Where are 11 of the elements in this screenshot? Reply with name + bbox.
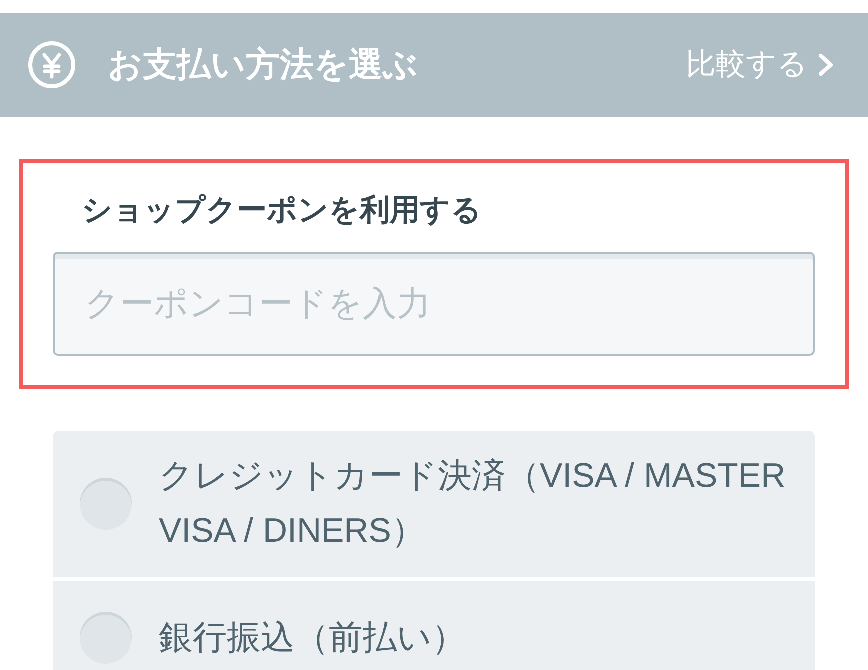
payment-option[interactable]: クレジットカード決済（VISA / MASTER VISA / DINERS） xyxy=(53,431,815,577)
yen-circle-icon xyxy=(28,41,76,89)
payment-option-label: 銀行振込（前払い） xyxy=(159,618,466,658)
payment-option[interactable]: 銀行振込（前払い） xyxy=(53,581,815,670)
coupon-code-input[interactable]: クーポンコードを入力 xyxy=(53,252,815,356)
coupon-label: ショップクーポンを利用する xyxy=(82,193,482,229)
radio-button[interactable] xyxy=(80,612,132,664)
radio-button[interactable] xyxy=(80,478,132,530)
chevron-right-icon xyxy=(818,53,834,77)
payment-option-label: クレジットカード決済（VISA / MASTER VISA / DINERS） xyxy=(159,456,787,552)
header-title: お支払い方法を選ぶ xyxy=(108,45,418,85)
